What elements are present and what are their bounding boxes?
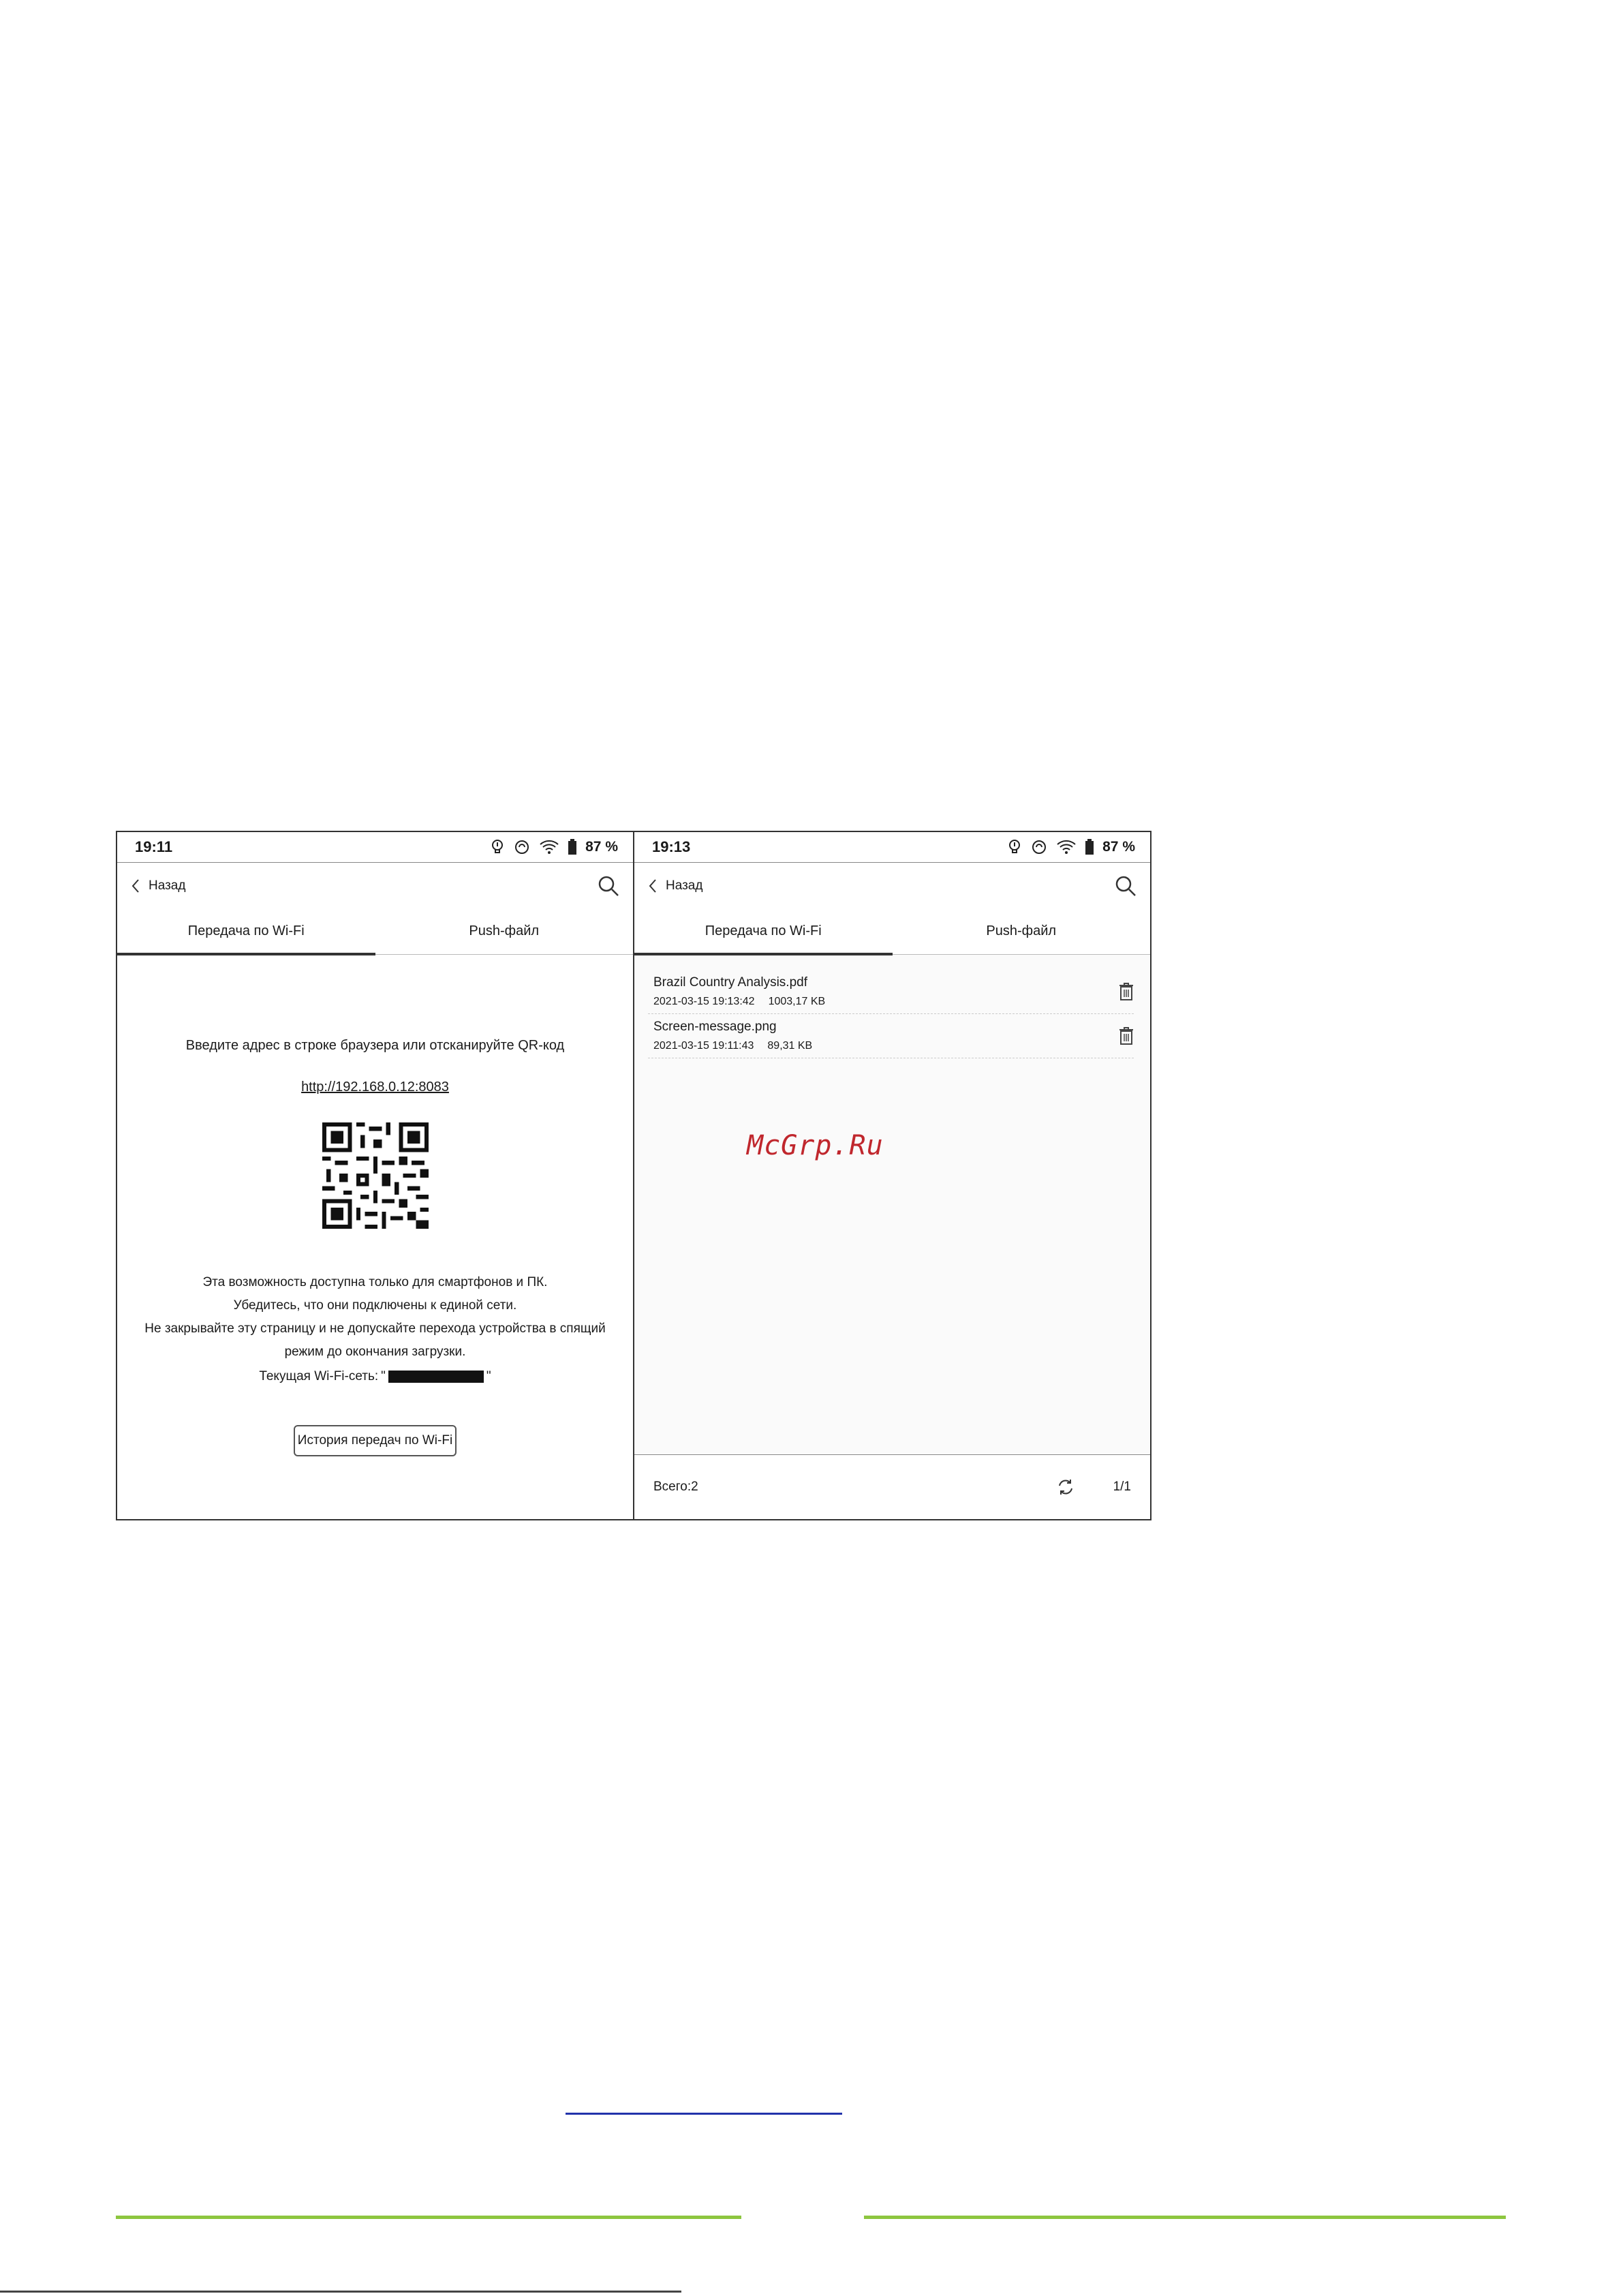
nav-bar: Назад: [634, 863, 1150, 909]
link-underline: [566, 2113, 842, 2115]
trash-icon[interactable]: [1119, 1026, 1134, 1045]
notice-line: Эта возможность доступна только для смар…: [202, 1275, 548, 1289]
watermark: McGrp.Ru: [747, 1130, 884, 1161]
tab-bar: Передача по Wi-Fi Push-файл: [117, 909, 633, 955]
status-bar: 19:11 87 %: [117, 832, 633, 863]
status-icons: 87 %: [490, 838, 618, 856]
wifi-history-button[interactable]: История передач по Wi-Fi: [293, 1425, 457, 1456]
file-date: 2021-03-15 19:13:42: [653, 996, 755, 1007]
notice-text: Эта возможность доступна только для смар…: [117, 1271, 633, 1364]
qr-code: [322, 1122, 429, 1229]
wifi-history-screen: 19:13 87 % Назад Передача по Wi-Fi Push-…: [634, 832, 1150, 1519]
network-quote-close: ": [486, 1369, 491, 1383]
list-footer: Всего:2 1/1: [634, 1454, 1150, 1519]
network-label: Текущая Wi-Fi-сеть:: [259, 1369, 379, 1383]
bulb-icon: [492, 840, 504, 853]
file-size: 89,31 KB: [767, 1040, 813, 1052]
file-info: Brazil Country Analysis.pdf 2021-03-15 1…: [653, 975, 825, 1008]
back-chevron-icon: [649, 879, 656, 893]
tab-push-file[interactable]: Push-файл: [375, 909, 634, 954]
current-network: Текущая Wi-Fi-сеть: " ": [117, 1369, 633, 1384]
battery-icon: [568, 839, 577, 855]
back-button[interactable]: Назад: [131, 878, 185, 894]
file-meta: 2021-03-15 19:13:42 1003,17 KB: [653, 996, 825, 1008]
tab-wifi-transfer[interactable]: Передача по Wi-Fi: [634, 909, 893, 955]
tab-wifi-transfer[interactable]: Передача по Wi-Fi: [117, 909, 375, 955]
notice-line: Убедитесь, что они подключены к единой с…: [233, 1298, 517, 1313]
file-meta: 2021-03-15 19:11:43 89,31 KB: [653, 1040, 812, 1052]
wifi-transfer-screen: 19:11 87 % Назад Передача по Wi-Fi Push-…: [117, 832, 634, 1519]
wifi-transfer-content: Введите адрес в строке браузера или отск…: [117, 1038, 633, 1456]
server-url-link[interactable]: http://192.168.0.12:8083: [117, 1080, 633, 1095]
screenshot-pair: 19:11 87 % Назад Передача по Wi-Fi Push-…: [116, 831, 1151, 1520]
list-item[interactable]: Brazil Country Analysis.pdf 2021-03-15 1…: [648, 970, 1134, 1014]
network-name-redacted: [388, 1371, 484, 1383]
footer-divider-right: [864, 2216, 1506, 2219]
back-label: Назад: [666, 878, 703, 893]
nav-bar: Назад: [117, 863, 633, 909]
status-time: 19:13: [652, 838, 691, 855]
notice-line: режим до окончания загрузки.: [284, 1345, 466, 1359]
battery-percent: 87 %: [1102, 839, 1135, 855]
network-quote-open: ": [381, 1369, 386, 1383]
sync-icon: [515, 840, 529, 854]
battery-percent: 87 %: [585, 839, 618, 855]
status-icons: 87 %: [1007, 838, 1135, 856]
status-time: 19:11: [135, 838, 173, 855]
footer-divider-left: [116, 2216, 741, 2219]
back-chevron-icon: [132, 879, 139, 893]
tab-push-file[interactable]: Push-файл: [893, 909, 1151, 954]
wifi-icon: [540, 840, 559, 854]
tab-bar: Передача по Wi-Fi Push-файл: [634, 909, 1150, 955]
page-bottom-rule: [0, 2291, 681, 2293]
file-name: Screen-message.png: [653, 1020, 777, 1034]
list-item[interactable]: Screen-message.png 2021-03-15 19:11:43 89…: [648, 1014, 1134, 1058]
footer-controls: 1/1: [1056, 1478, 1131, 1497]
file-date: 2021-03-15 19:11:43: [653, 1040, 754, 1052]
bulb-icon: [1009, 840, 1021, 853]
wifi-icon: [1057, 840, 1076, 854]
refresh-icon[interactable]: [1056, 1478, 1075, 1497]
file-size: 1003,17 KB: [768, 996, 826, 1007]
search-icon[interactable]: [598, 875, 619, 897]
file-info: Screen-message.png 2021-03-15 19:11:43 89…: [653, 1020, 812, 1052]
search-icon[interactable]: [1115, 875, 1137, 897]
back-button[interactable]: Назад: [648, 878, 702, 894]
instruction-text: Введите адрес в строке браузера или отск…: [185, 1038, 565, 1053]
battery-icon: [1085, 839, 1094, 855]
trash-icon[interactable]: [1119, 982, 1134, 1001]
back-label: Назад: [149, 878, 186, 893]
page-indicator: 1/1: [1113, 1480, 1131, 1494]
notice-line: Не закрывайте эту страницу и не допускай…: [144, 1321, 606, 1336]
status-bar: 19:13 87 %: [634, 832, 1150, 863]
sync-icon: [1032, 840, 1047, 854]
file-name: Brazil Country Analysis.pdf: [653, 975, 807, 990]
file-list: Brazil Country Analysis.pdf 2021-03-15 1…: [634, 955, 1150, 1058]
total-count: Всего:2: [653, 1480, 698, 1494]
